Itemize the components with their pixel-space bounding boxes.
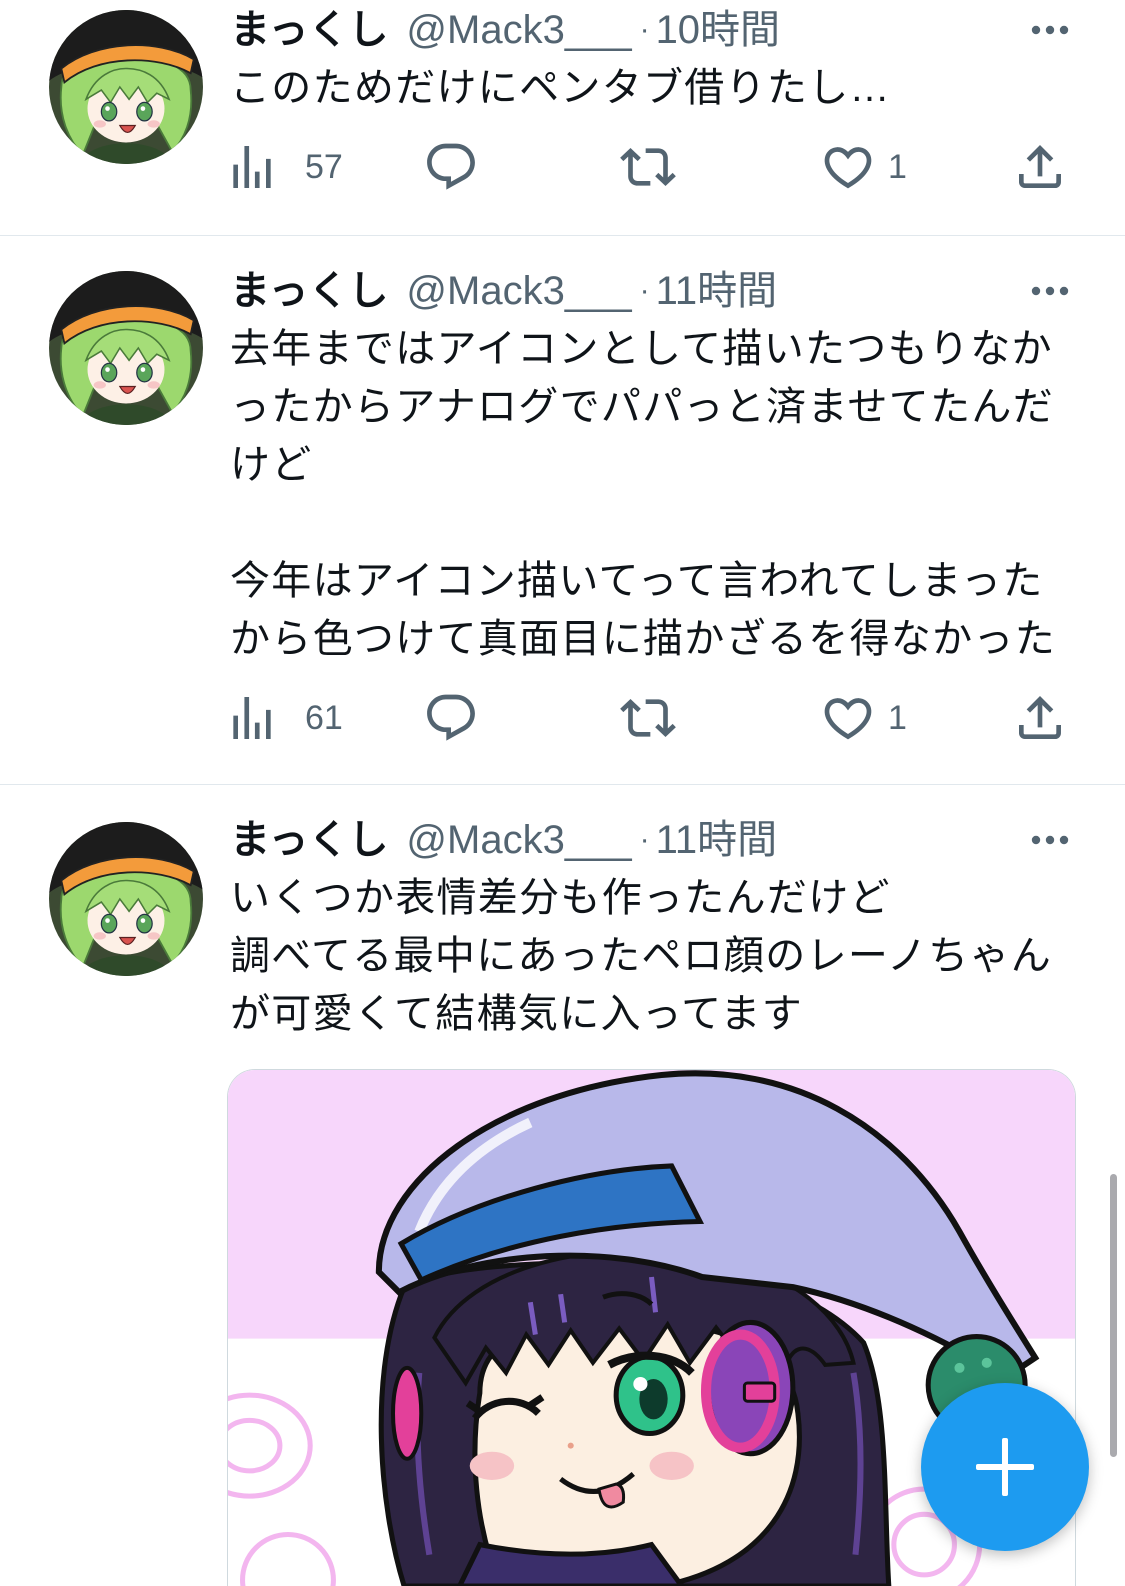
timestamp[interactable]: 11時間 — [656, 811, 778, 869]
heart-icon — [824, 698, 872, 740]
views-button[interactable] — [224, 139, 280, 195]
separator-dot: · — [639, 274, 650, 307]
scrollbar[interactable] — [1110, 1174, 1117, 1457]
display-name[interactable]: まっくし — [230, 262, 388, 320]
bar-chart-icon — [233, 697, 271, 739]
tweet-header: まっくし @Mack3___ · 10時間 — [230, 1, 780, 59]
right-headphone — [700, 1319, 796, 1457]
tweet-text-line: 調べてる最中にあったペロ顔のレーノちゃん — [230, 934, 1052, 978]
tweet-actions: 57 1 — [0, 138, 1125, 196]
more-dots-icon[interactable] — [1030, 23, 1070, 37]
share-icon — [1019, 145, 1061, 188]
share-icon — [1019, 696, 1061, 739]
tweet-actions: 61 1 — [0, 689, 1125, 747]
like-button[interactable] — [820, 690, 876, 746]
retweet-icon — [620, 699, 676, 737]
user-handle[interactable]: @Mack3___ — [406, 811, 631, 869]
retweet-icon — [620, 148, 676, 186]
tweet-text: このためだけにペンタブ借りたし… — [230, 59, 1075, 117]
display-name[interactable]: まっくし — [230, 811, 388, 869]
avatar[interactable] — [49, 822, 203, 976]
tweet-text-line: いくつか表情差分も作ったんだけど — [230, 876, 891, 920]
tweet-text: いくつか表情差分も作ったんだけど 調べてる最中にあったペロ顔のレーノちゃん が可… — [230, 869, 1075, 1043]
likes-count: 1 — [888, 148, 907, 186]
heart-icon — [824, 147, 872, 189]
reply-icon — [427, 143, 475, 190]
share-button[interactable] — [1012, 139, 1068, 195]
separator-dot: · — [639, 823, 650, 856]
reply-button[interactable] — [423, 690, 479, 746]
tweet-text-line: ったからアナログでパパっと済ませてたんだ — [230, 385, 1054, 429]
reply-button[interactable] — [423, 139, 479, 195]
timestamp[interactable]: 10時間 — [656, 1, 781, 59]
paragraph-break — [230, 494, 1075, 552]
display-name[interactable]: まっくし — [230, 1, 388, 59]
tweet-header: まっくし @Mack3___ · 11時間 — [230, 811, 777, 869]
tweet-divider — [0, 784, 1125, 785]
views-count: 61 — [305, 699, 343, 737]
bar-chart-icon — [233, 146, 271, 188]
tweet-text-line: けど — [230, 443, 313, 487]
tweet-header: まっくし @Mack3___ · 11時間 — [230, 262, 777, 320]
tweet-divider — [0, 235, 1125, 236]
likes-count: 1 — [888, 699, 907, 737]
retweet-button[interactable] — [620, 690, 676, 746]
compose-tweet-button[interactable] — [921, 1383, 1089, 1551]
user-handle[interactable]: @Mack3___ — [406, 262, 631, 320]
tweet-text-line: 今年はアイコン描いてって言われてしまった — [230, 559, 1044, 603]
avatar[interactable] — [49, 271, 203, 425]
tweet-text-line: が可愛くて結構気に入ってます — [230, 992, 803, 1036]
views-count: 57 — [305, 148, 343, 186]
like-button[interactable] — [820, 139, 876, 195]
tweet-text-line: から色つけて真面目に描かざるを得なかった — [230, 617, 1056, 661]
tweet-text-line: 去年まではアイコンとして描いたつもりなか — [230, 327, 1053, 371]
tweet-text-line: このためだけにペンタブ借りたし… — [230, 66, 891, 110]
tweet-text: 去年まではアイコンとして描いたつもりなか ったからアナログでパパっと済ませてたん… — [230, 320, 1075, 668]
views-button[interactable] — [224, 690, 280, 746]
left-headphone — [390, 1365, 424, 1461]
more-dots-icon[interactable] — [1030, 284, 1070, 298]
more-dots-icon[interactable] — [1030, 833, 1070, 847]
timestamp[interactable]: 11時間 — [656, 262, 778, 320]
user-handle[interactable]: @Mack3___ — [406, 1, 631, 59]
avatar-image — [49, 822, 203, 976]
reply-icon — [427, 694, 475, 741]
share-button[interactable] — [1012, 690, 1068, 746]
separator-dot: · — [639, 13, 650, 46]
plus-icon — [976, 1438, 1034, 1496]
retweet-button[interactable] — [620, 139, 676, 195]
avatar-image — [49, 271, 203, 425]
